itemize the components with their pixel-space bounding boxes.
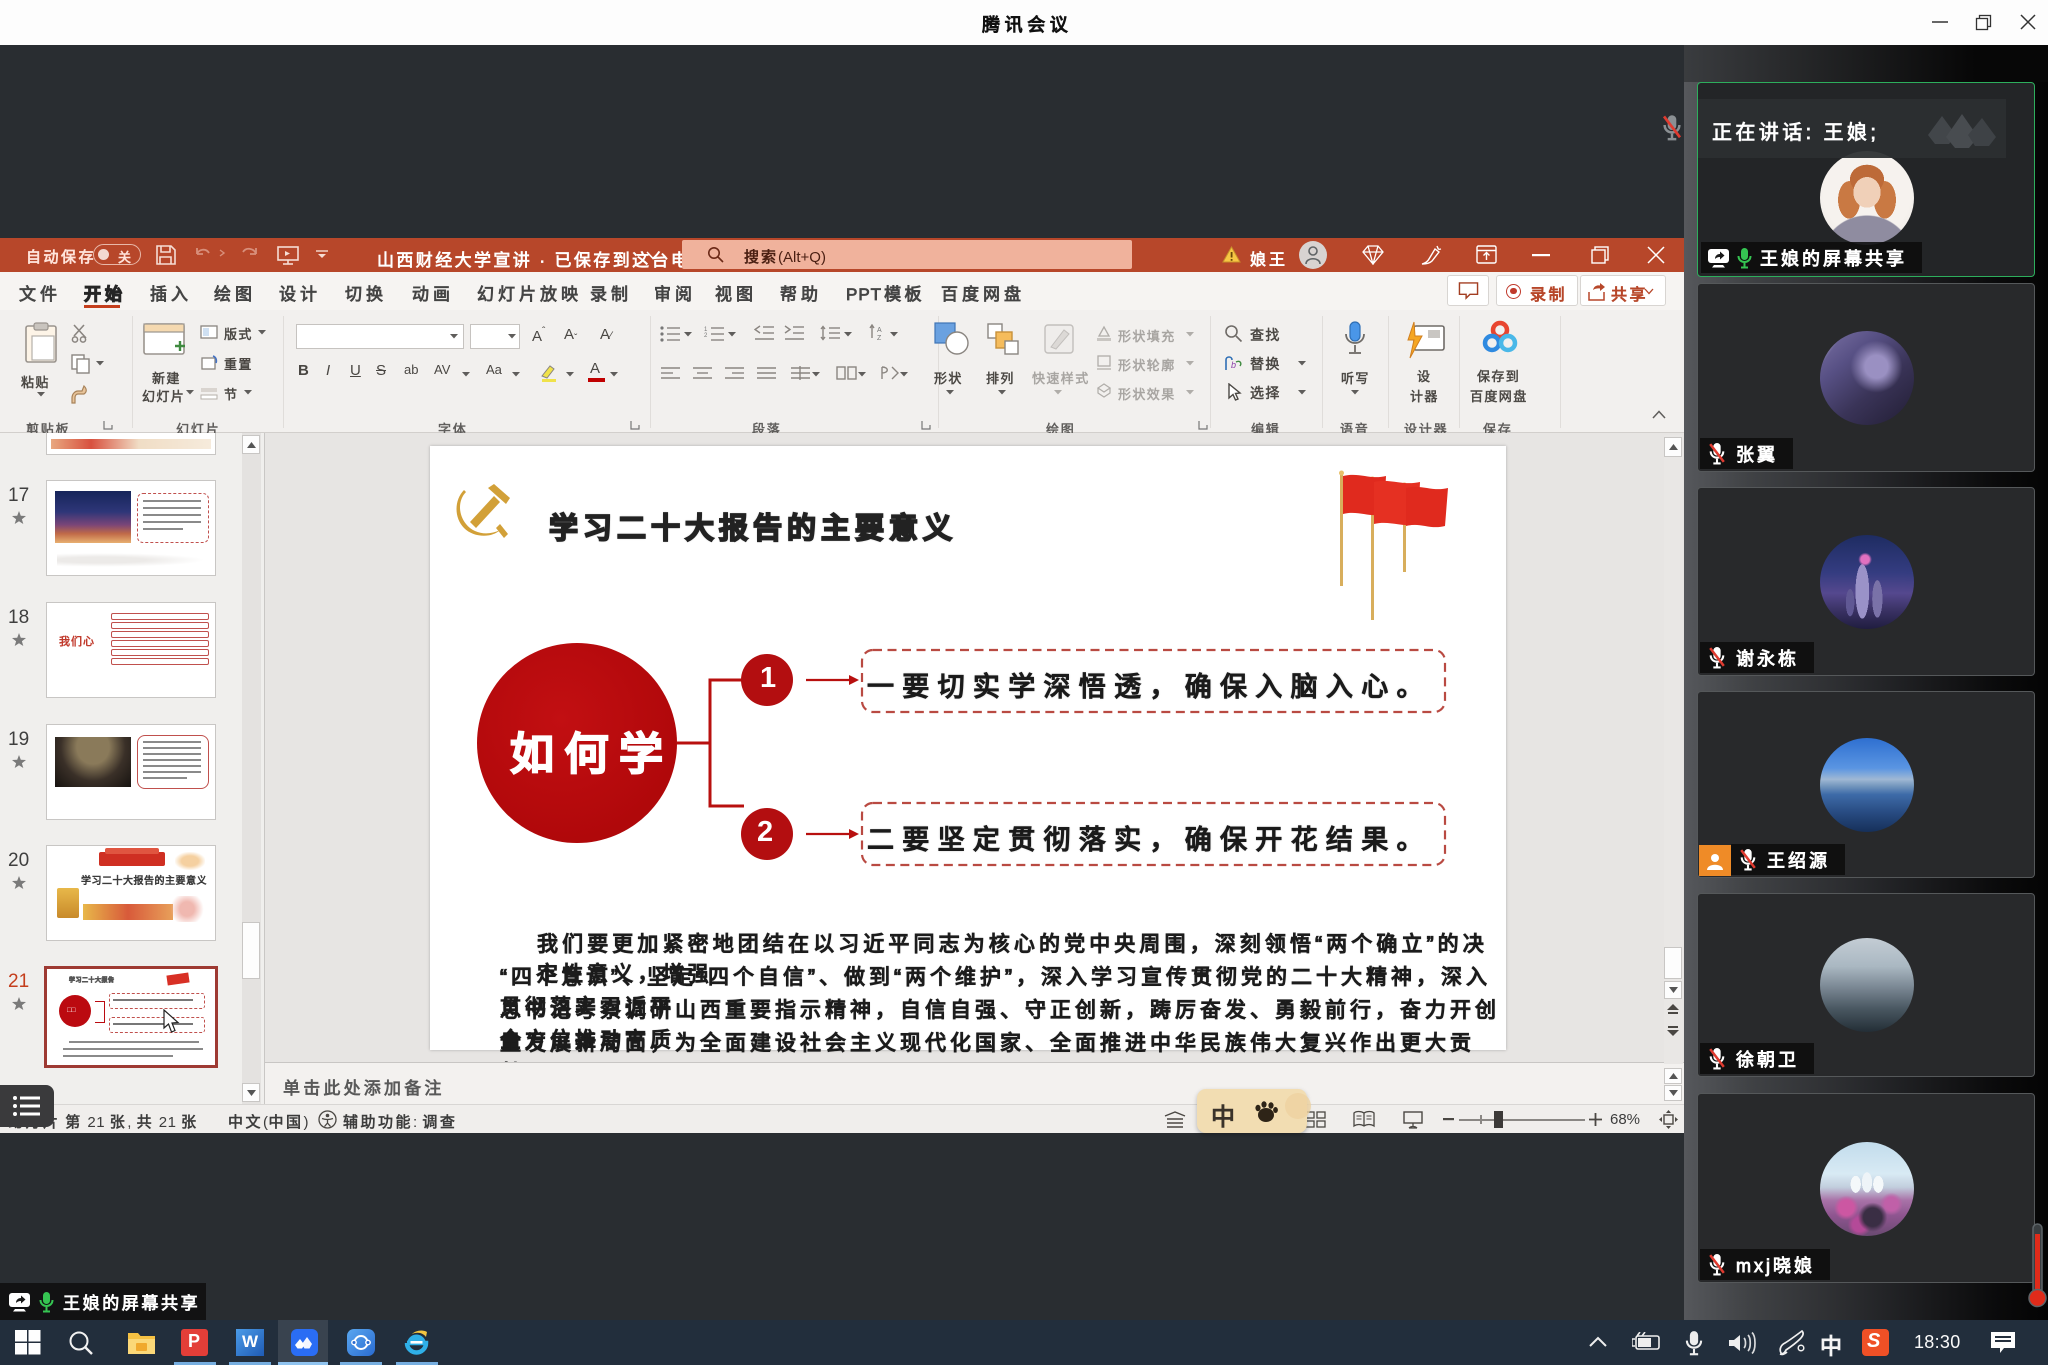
svg-text:2: 2 bbox=[704, 333, 708, 339]
svg-text:b: b bbox=[1231, 360, 1236, 370]
svg-text:A: A bbox=[877, 327, 882, 334]
svg-text:Z: Z bbox=[877, 335, 882, 341]
